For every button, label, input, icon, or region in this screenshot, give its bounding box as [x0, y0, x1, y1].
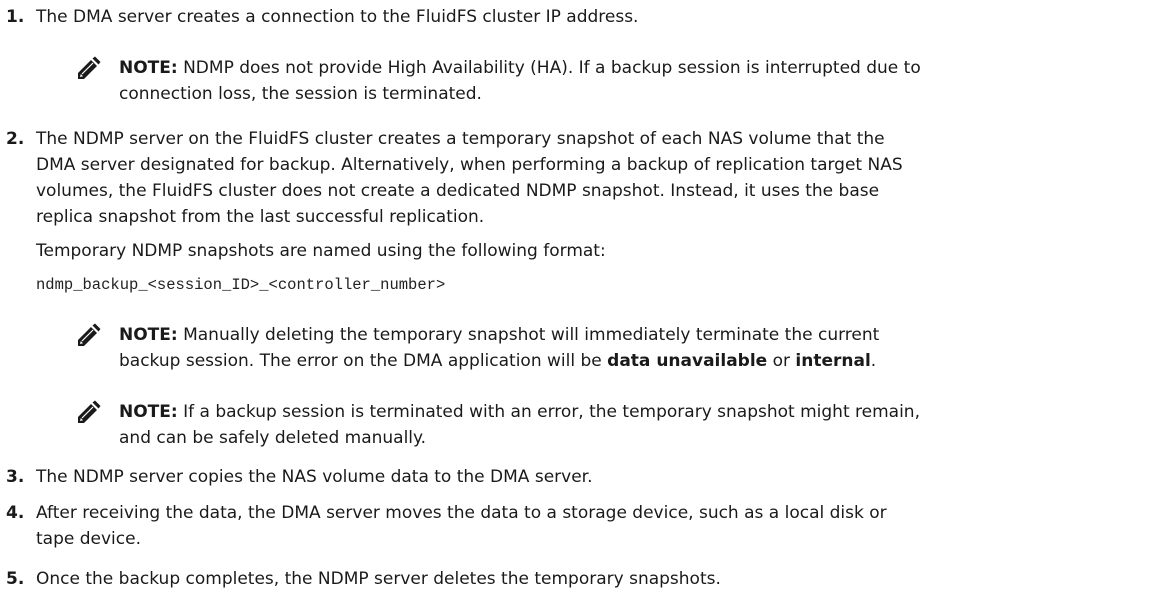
format-intro: Temporary NDMP snapshots are named using…	[36, 241, 606, 261]
step-text: The NDMP server copies the NAS volume da…	[36, 467, 593, 487]
note-line: backup session. The error on the DMA app…	[119, 351, 608, 371]
note-text: NOTE: NDMP does not provide High Availab…	[119, 55, 1149, 107]
step-number: 5.	[6, 569, 25, 589]
step-line: DMA server designated for backup. Altern…	[36, 155, 903, 175]
note-label: NOTE:	[119, 402, 178, 422]
note-pencil-icon	[76, 400, 101, 425]
step-line: replica snapshot from the last successfu…	[36, 207, 485, 227]
note-pencil-icon	[76, 323, 101, 348]
note-text: NOTE: Manually deleting the temporary sn…	[119, 322, 1149, 374]
step-line: volumes, the FluidFS cluster does not cr…	[36, 181, 880, 201]
note-line: If a backup session is terminated with a…	[177, 402, 920, 422]
step-text: Once the backup completes, the NDMP serv…	[36, 569, 721, 589]
note-line: NDMP does not provide High Availability …	[177, 58, 921, 78]
note-end: .	[870, 351, 877, 371]
note-label: NOTE:	[119, 325, 178, 345]
step-text: The NDMP server on the FluidFS cluster c…	[36, 126, 1096, 230]
step-text: After receiving the data, the DMA server…	[36, 500, 1096, 552]
step-line: tape device.	[36, 529, 141, 549]
step-line: The NDMP server on the FluidFS cluster c…	[36, 129, 885, 149]
error-term-internal: internal	[795, 351, 871, 371]
step-number: 4.	[6, 503, 25, 523]
step-number: 1.	[6, 7, 25, 27]
note-line: Manually deleting the temporary snapshot…	[177, 325, 880, 345]
format-code: ndmp_backup_<session_ID>_<controller_num…	[36, 276, 446, 294]
step-line: After receiving the data, the DMA server…	[36, 503, 887, 523]
step-number: 3.	[6, 467, 25, 487]
note-pencil-icon	[76, 56, 101, 81]
note-line: and can be safely deleted manually.	[119, 428, 427, 448]
note-connector: or	[767, 351, 796, 371]
note-line: connection loss, the session is terminat…	[119, 84, 482, 104]
step-text: The DMA server creates a connection to t…	[36, 7, 639, 27]
note-text: NOTE: If a backup session is terminated …	[119, 399, 1149, 451]
error-term-data-unavailable: data unavailable	[607, 351, 768, 371]
step-number: 2.	[6, 129, 25, 149]
note-label: NOTE:	[119, 58, 178, 78]
